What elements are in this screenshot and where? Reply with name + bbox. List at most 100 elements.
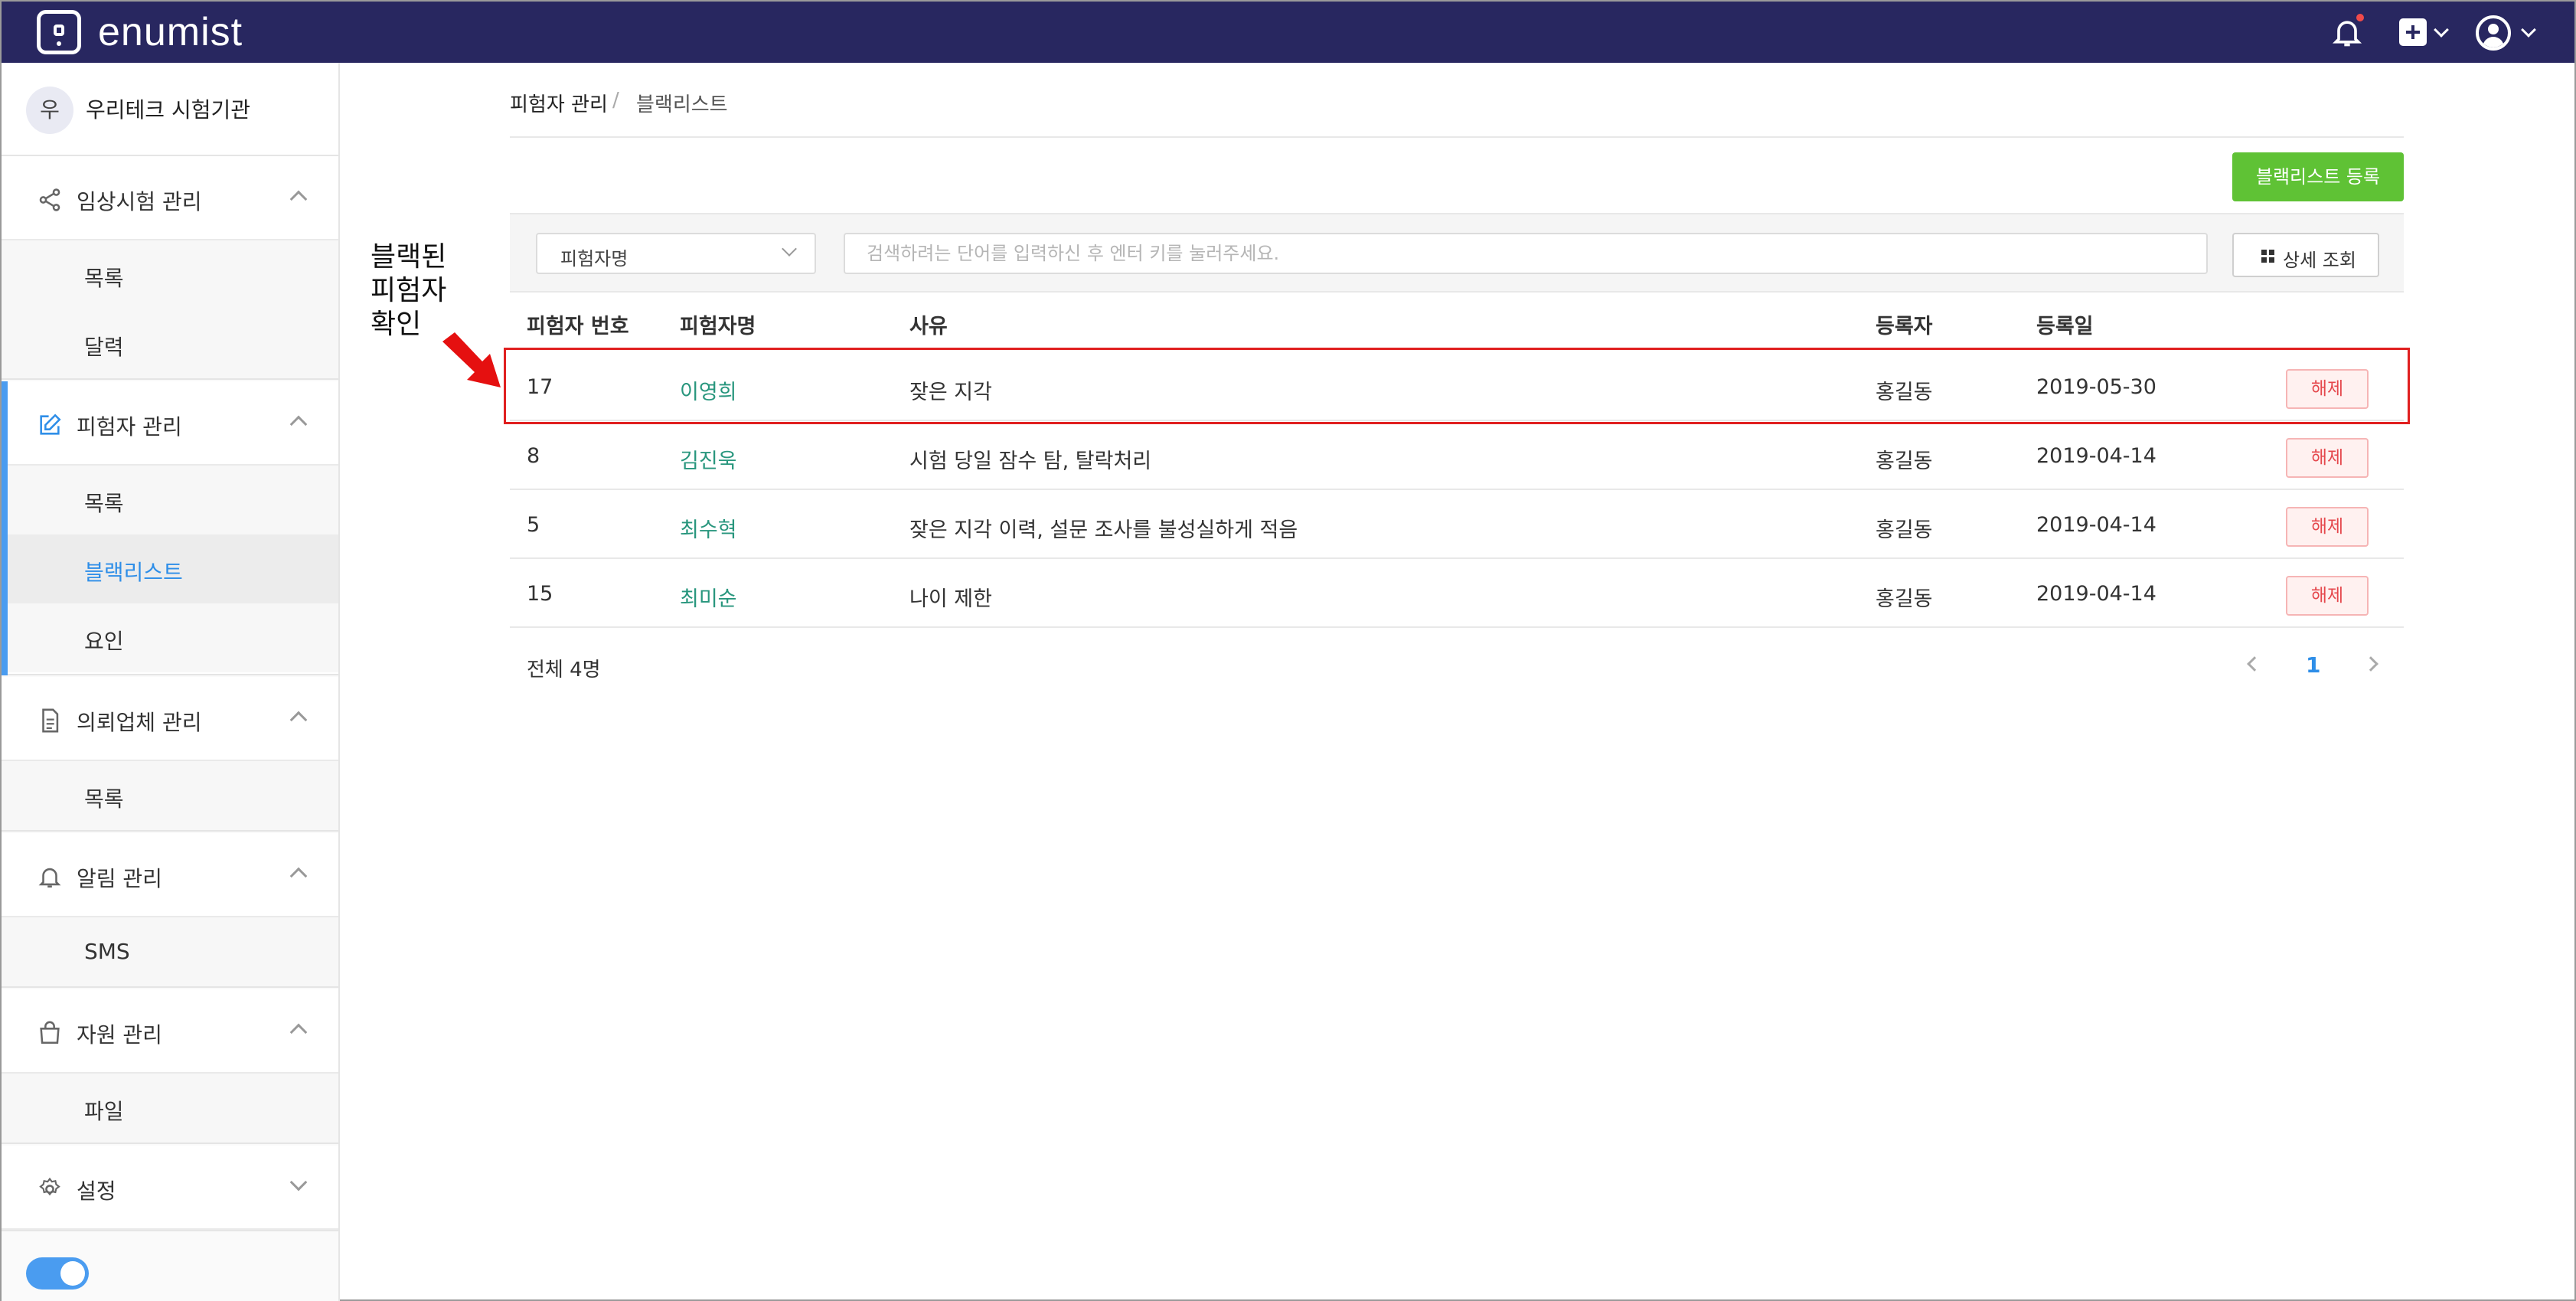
subject-name-link[interactable]: 김진욱 (680, 444, 737, 474)
release-button[interactable]: 해제 (2286, 507, 2369, 547)
org-header: 우 우리테크 시험기관 (2, 63, 338, 156)
chevron-down-icon[interactable] (2521, 22, 2536, 38)
sidebar-subitem-label: 요인 (84, 629, 124, 654)
menu-group-alerts: 알림 관리 SMS (2, 833, 338, 988)
user-circle-icon[interactable] (2476, 15, 2511, 51)
bell-icon (38, 868, 61, 888)
sidebar-item-label: 의뢰업체 관리 (77, 710, 202, 735)
sidebar-subitem-sms[interactable]: SMS (2, 917, 338, 986)
filter-bar: 피험자명 상세 조회 (510, 213, 2404, 293)
active-indicator (2, 381, 8, 675)
sidebar-item-sponsors[interactable]: 의뢰업체 관리 (2, 677, 338, 761)
org-name: 우리테크 시험기관 (86, 97, 250, 123)
chevron-up-icon (289, 867, 308, 885)
chevron-left-icon[interactable] (2247, 656, 2262, 672)
chevron-up-icon (289, 190, 308, 208)
sidebar-subitem-calendar[interactable]: 달력 (2, 309, 338, 378)
cell-reason: 나이 제한 (909, 587, 992, 611)
subject-name-link[interactable]: 최미순 (680, 582, 737, 612)
annotation-text: 블랙된 피험자 확인 (371, 240, 446, 342)
sidebar-item-label: 자원 관리 (77, 1022, 162, 1048)
column-header-no: 피험자 번호 (527, 315, 629, 338)
sidebar-item-resources[interactable]: 자원 관리 (2, 989, 338, 1074)
top-bar: enumist (2, 2, 2574, 63)
menu-group-trials: 임상시험 관리 목록 달력 (2, 156, 338, 380)
breadcrumb-parent[interactable]: 피험자 관리 (510, 89, 608, 117)
cell-reason: 시험 당일 잠수 탐, 탈락처리 (909, 449, 1152, 473)
table-row: 15 최미순 나이 제한 홍길동 2019-04-14 해제 (510, 559, 2404, 628)
chevron-right-icon[interactable] (2363, 656, 2378, 672)
chevron-down-icon (289, 1173, 308, 1191)
column-header-reason: 사유 (909, 315, 948, 338)
sidebar-subitem-sponsors-list[interactable]: 목록 (2, 761, 338, 830)
logo-icon (37, 10, 81, 54)
cell-no: 5 (527, 513, 540, 537)
table-row: 8 김진욱 시험 당일 잠수 탐, 탈락처리 홍길동 2019-04-14 해제 (510, 421, 2404, 490)
brand-name: enumist (98, 10, 243, 54)
cell-no: 8 (527, 444, 540, 468)
sidebar-subitem-blacklist[interactable]: 블랙리스트 (8, 534, 338, 603)
sidebar-subitem-trials-list[interactable]: 목록 (2, 240, 338, 309)
register-blacklist-button[interactable]: 블랙리스트 등록 (2232, 152, 2404, 201)
notification-dot (2355, 12, 2365, 23)
cell-date: 2019-04-14 (2036, 582, 2156, 606)
annotation-arrow-icon (442, 332, 501, 387)
sidebar-item-label: 피험자 관리 (77, 414, 182, 440)
sidebar-item-label: 알림 관리 (77, 866, 162, 891)
search-input[interactable] (844, 233, 2208, 274)
cell-date: 2019-04-14 (2036, 513, 2156, 537)
sidebar-subitem-factors[interactable]: 요인 (8, 603, 338, 672)
sidebar-subitem-label: 파일 (84, 1099, 124, 1124)
sidebar-item-subjects[interactable]: 피험자 관리 (8, 381, 338, 466)
cell-reason: 잦은 지각 이력, 설문 조사를 불성실하게 적음 (909, 518, 1298, 542)
annotation-line: 피험자 (371, 275, 447, 306)
search-field-select[interactable]: 피험자명 (536, 233, 816, 274)
sidebar-subitem-label: 목록 (84, 786, 124, 812)
menu-group-resources: 자원 관리 파일 (2, 989, 338, 1144)
sidebar-item-alerts[interactable]: 알림 관리 (2, 833, 338, 917)
gear-icon (39, 1177, 60, 1196)
cell-registrar: 홍길동 (1876, 587, 1933, 611)
detail-search-button[interactable]: 상세 조회 (2232, 233, 2379, 277)
column-header-date: 등록일 (2036, 315, 2094, 338)
sidebar-subitem-label: 목록 (84, 491, 124, 516)
sidebar-subitem-label: SMS (84, 939, 130, 964)
edit-icon (40, 414, 61, 435)
column-header-name: 피험자명 (680, 315, 756, 338)
chevron-up-icon (289, 415, 308, 433)
annotation-highlight-box (504, 348, 2410, 424)
column-header-registrar: 등록자 (1876, 315, 1933, 338)
total-count: 전체 4명 (527, 659, 601, 682)
chevron-down-icon (782, 241, 797, 257)
breadcrumb-current: 블랙리스트 (636, 93, 728, 116)
sidebar: 우 우리테크 시험기관 임상시험 관리 목록 달력 피험자 관리 목록 블랙리스… (2, 63, 340, 1301)
sidebar-item-settings[interactable]: 설정 (2, 1146, 338, 1230)
subject-name-link[interactable]: 최수혁 (680, 513, 737, 543)
sidebar-item-label: 설정 (77, 1178, 116, 1204)
chevron-up-icon (289, 711, 308, 729)
share-icon (39, 188, 60, 211)
chevron-down-icon[interactable] (2434, 22, 2449, 38)
annotation-line: 블랙된 (371, 241, 447, 273)
divider (510, 136, 2404, 138)
release-button[interactable]: 해제 (2286, 576, 2369, 616)
page-number[interactable]: 1 (2306, 652, 2320, 678)
document-icon (42, 708, 59, 733)
sidebar-item-trials[interactable]: 임상시험 관리 (2, 156, 338, 240)
sidebar-item-label: 임상시험 관리 (77, 189, 202, 214)
table-row: 5 최수혁 잦은 지각 이력, 설문 조사를 불성실하게 적음 홍길동 2019… (510, 490, 2404, 559)
sidebar-subitem-subjects-list[interactable]: 목록 (8, 466, 338, 534)
breadcrumb-separator: / (612, 89, 619, 112)
annotation-line: 확인 (371, 309, 422, 340)
select-value: 피험자명 (560, 248, 628, 270)
cell-registrar: 홍길동 (1876, 518, 1933, 542)
avatar: 우 (26, 87, 73, 134)
menu-group-subjects: 피험자 관리 목록 블랙리스트 요인 (8, 381, 338, 675)
sidebar-subitem-files[interactable]: 파일 (2, 1074, 338, 1142)
sidebar-toggle[interactable] (26, 1257, 89, 1290)
sidebar-subitem-label: 목록 (84, 266, 124, 291)
chevron-up-icon (289, 1023, 308, 1041)
plus-square-icon[interactable] (2399, 18, 2427, 46)
bag-icon (40, 1021, 60, 1044)
release-button[interactable]: 해제 (2286, 438, 2369, 478)
